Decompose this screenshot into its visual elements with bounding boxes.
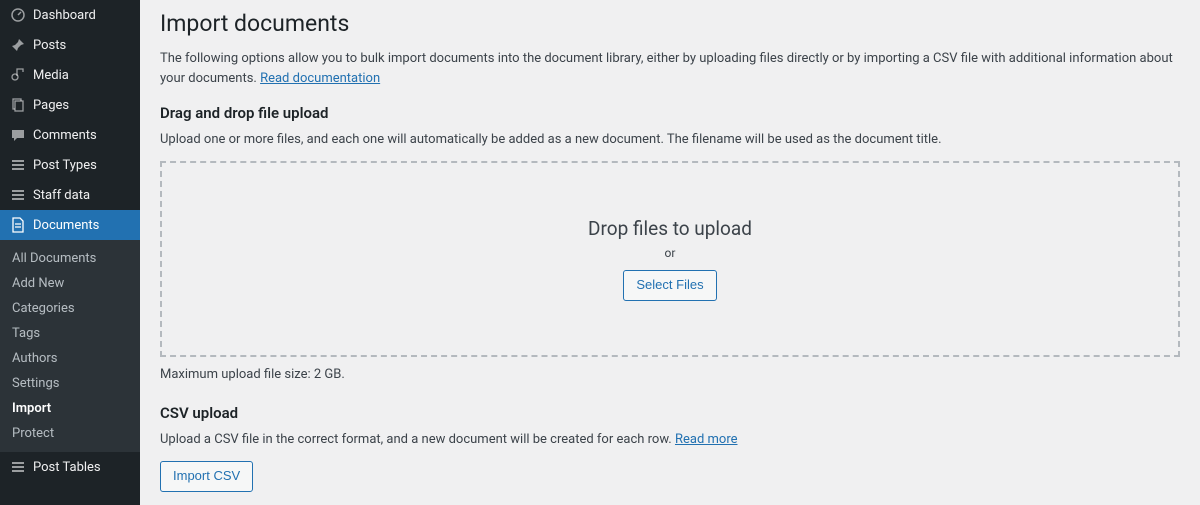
sidebar-item-post-types[interactable]: Post Types bbox=[0, 150, 140, 180]
csv-upload-section: CSV upload Upload a CSV file in the corr… bbox=[160, 404, 1180, 492]
section-csv-hint: Upload a CSV file in the correct format,… bbox=[160, 432, 1180, 447]
sidebar-item-label: Media bbox=[33, 68, 69, 83]
sidebar-item-comments[interactable]: Comments bbox=[0, 120, 140, 150]
page-title: Import documents bbox=[160, 10, 1180, 37]
documents-submenu: All Documents Add New Categories Tags Au… bbox=[0, 240, 140, 452]
read-documentation-link[interactable]: Read documentation bbox=[260, 71, 380, 86]
select-files-button[interactable]: Select Files bbox=[623, 270, 716, 301]
pages-icon bbox=[10, 97, 26, 113]
submenu-settings[interactable]: Settings bbox=[0, 371, 140, 396]
sidebar-item-label: Staff data bbox=[33, 188, 90, 203]
pin-icon bbox=[10, 37, 26, 53]
import-csv-button[interactable]: Import CSV bbox=[160, 461, 253, 492]
dashboard-icon bbox=[10, 7, 26, 23]
submenu-protect[interactable]: Protect bbox=[0, 421, 140, 446]
sidebar-item-media[interactable]: Media bbox=[0, 60, 140, 90]
dropzone-or: or bbox=[162, 246, 1178, 260]
submenu-add-new[interactable]: Add New bbox=[0, 271, 140, 296]
file-dropzone[interactable]: Drop files to upload or Select Files bbox=[160, 161, 1180, 357]
sidebar-item-pages[interactable]: Pages bbox=[0, 90, 140, 120]
dropzone-title: Drop files to upload bbox=[162, 217, 1178, 240]
section-drag-drop-title: Drag and drop file upload bbox=[160, 104, 1180, 122]
list-icon bbox=[10, 157, 26, 173]
sidebar-item-post-tables[interactable]: Post Tables bbox=[0, 452, 140, 482]
section-drag-drop-hint: Upload one or more files, and each one w… bbox=[160, 132, 1180, 147]
max-upload-size: Maximum upload file size: 2 GB. bbox=[160, 367, 1180, 382]
read-more-link[interactable]: Read more bbox=[675, 432, 738, 447]
sidebar-item-label: Post Tables bbox=[33, 460, 101, 475]
admin-sidebar: Dashboard Posts Media Pages Comments Pos… bbox=[0, 0, 140, 505]
intro-paragraph: The following options allow you to bulk … bbox=[160, 49, 1180, 88]
list-icon bbox=[10, 187, 26, 203]
submenu-import[interactable]: Import bbox=[0, 396, 140, 421]
sidebar-item-label: Documents bbox=[33, 218, 99, 233]
list-icon bbox=[10, 459, 26, 475]
main-content: Import documents The following options a… bbox=[140, 0, 1200, 505]
csv-hint-text: Upload a CSV file in the correct format,… bbox=[160, 432, 675, 447]
sidebar-item-label: Post Types bbox=[33, 158, 97, 173]
document-icon bbox=[10, 217, 26, 233]
submenu-authors[interactable]: Authors bbox=[0, 346, 140, 371]
sidebar-item-label: Posts bbox=[33, 38, 66, 53]
sidebar-item-label: Dashboard bbox=[33, 8, 96, 23]
sidebar-item-dashboard[interactable]: Dashboard bbox=[0, 0, 140, 30]
submenu-tags[interactable]: Tags bbox=[0, 321, 140, 346]
sidebar-item-posts[interactable]: Posts bbox=[0, 30, 140, 60]
sidebar-item-staff-data[interactable]: Staff data bbox=[0, 180, 140, 210]
section-csv-title: CSV upload bbox=[160, 404, 1180, 422]
sidebar-item-label: Comments bbox=[33, 128, 97, 143]
media-icon bbox=[10, 67, 26, 83]
comment-icon bbox=[10, 127, 26, 143]
sidebar-item-documents[interactable]: Documents bbox=[0, 210, 140, 240]
submenu-all-documents[interactable]: All Documents bbox=[0, 246, 140, 271]
sidebar-item-label: Pages bbox=[33, 98, 69, 113]
submenu-categories[interactable]: Categories bbox=[0, 296, 140, 321]
